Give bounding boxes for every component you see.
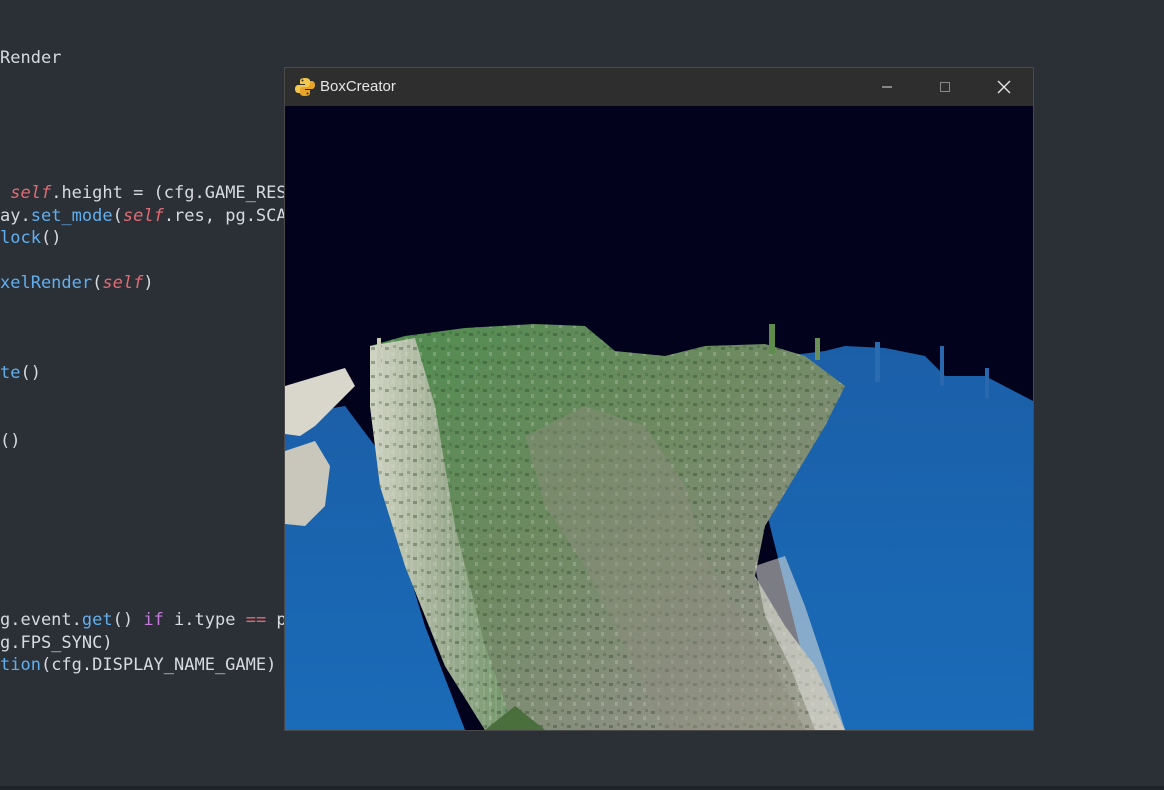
code-token: ()	[0, 431, 21, 451]
code-token: lock	[0, 228, 41, 248]
code-token: get	[81, 610, 113, 630]
code-line: te()	[0, 362, 41, 384]
code-token: ()	[112, 610, 144, 630]
close-button[interactable]	[975, 68, 1033, 106]
code-token: self	[10, 183, 52, 203]
code-token: g.event.	[0, 610, 82, 630]
code-line: self.height = (cfg.GAME_RES	[0, 182, 287, 204]
code-token: .height = (cfg.GAME_RES	[51, 183, 287, 203]
code-token: ()	[20, 363, 41, 383]
code-token: (	[92, 273, 103, 293]
code-token: Render	[0, 48, 62, 68]
window-titlebar[interactable]: BoxCreator	[285, 68, 1033, 106]
code-token: ()	[40, 228, 62, 248]
minimize-button[interactable]	[858, 68, 916, 106]
game-window[interactable]: BoxCreator	[284, 67, 1034, 731]
code-token: te	[0, 363, 21, 383]
status-bar	[0, 786, 1164, 790]
window-title: BoxCreator	[320, 78, 396, 95]
code-token: ay.	[0, 206, 31, 226]
code-token: .res, pg.SCA	[163, 206, 287, 226]
code-token: g.FPS_SYNC)	[0, 633, 113, 653]
voxel-terrain-render	[285, 106, 1033, 730]
code-token: (	[112, 206, 123, 226]
code-token: tion	[0, 655, 41, 675]
code-line: lock()	[0, 227, 61, 249]
code-token: self	[122, 206, 164, 226]
code-line: Render	[0, 47, 61, 69]
minimize-icon	[882, 86, 892, 88]
code-token: set_mode	[30, 206, 113, 226]
code-token: i.type	[163, 610, 246, 630]
code-token: (cfg.DISPLAY_NAME_GAME)	[40, 655, 277, 675]
code-line: tion(cfg.DISPLAY_NAME_GAME)	[0, 654, 276, 676]
close-icon	[997, 80, 1011, 94]
code-line: ay.set_mode(self.res, pg.SCA	[0, 205, 287, 227]
code-line: xelRender(self)	[0, 272, 154, 294]
code-token: if	[143, 610, 164, 630]
code-line: ()	[0, 430, 20, 452]
code-line: g.event.get() if i.type == p	[0, 609, 287, 631]
python-snake-icon	[295, 78, 315, 96]
maximize-button[interactable]	[916, 68, 974, 106]
maximize-icon	[940, 82, 950, 92]
voxel-render-viewport[interactable]	[285, 106, 1033, 730]
code-line: g.FPS_SYNC)	[0, 632, 113, 654]
code-token: xelRender	[0, 273, 93, 293]
code-token: )	[143, 273, 154, 293]
code-token: ==	[245, 610, 267, 630]
code-token: self	[102, 273, 144, 293]
